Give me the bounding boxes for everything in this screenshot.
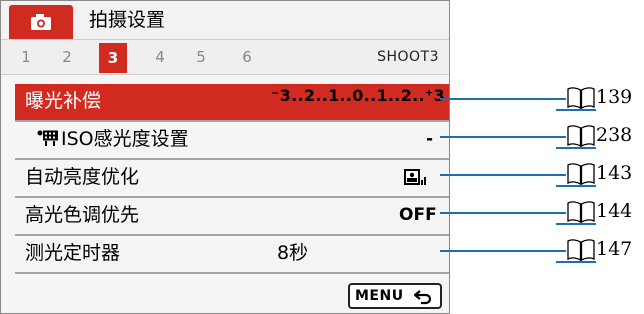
book-icon bbox=[567, 201, 595, 224]
menu-item-label: ISO感光度设置 bbox=[37, 122, 189, 156]
leader-line bbox=[440, 174, 566, 176]
page-code: SHOOT3 bbox=[377, 49, 439, 65]
camera-menu-screen: 拍摄设置 1 2 3 4 5 6 SHOOT3 曝光补偿 ⁻3..2..1..0… bbox=[0, 0, 450, 314]
page-number: 139 bbox=[596, 86, 633, 108]
menu-back-button[interactable]: MENU bbox=[348, 283, 442, 309]
menu-item-label: 曝光补偿 bbox=[25, 90, 102, 112]
menu-button-label: MENU bbox=[355, 288, 404, 304]
shooting-settings-tab[interactable] bbox=[9, 5, 73, 39]
menu-item-value: OFF bbox=[399, 205, 437, 225]
book-icon bbox=[567, 125, 595, 148]
page-tabs: 1 2 3 4 5 6 SHOOT3 bbox=[1, 39, 449, 75]
page-number: 143 bbox=[596, 162, 633, 184]
menu-item-auto-lighting-optimizer[interactable]: 自动亮度优化 bbox=[15, 160, 449, 196]
divider bbox=[15, 272, 449, 274]
leader-line bbox=[440, 136, 566, 138]
menu-header: 拍摄设置 bbox=[1, 1, 449, 39]
exposure-scale: ⁻3..2..1..0..1..2..⁺3 bbox=[271, 86, 446, 105]
menu-item-label: 测光定时器 bbox=[25, 242, 121, 264]
tab-5[interactable]: 5 bbox=[190, 40, 212, 74]
movie-icon bbox=[37, 130, 58, 146]
tab-6[interactable]: 6 bbox=[236, 40, 258, 74]
camera-icon bbox=[31, 14, 51, 30]
book-icon bbox=[567, 87, 595, 110]
menu-item-value: 8秒 bbox=[277, 242, 309, 264]
leader-line bbox=[440, 212, 566, 214]
menu-item-movie-iso[interactable]: ISO感光度设置 - bbox=[15, 122, 449, 158]
page-number: 144 bbox=[596, 200, 633, 222]
underline bbox=[556, 185, 596, 187]
underline bbox=[556, 147, 596, 149]
menu-item-highlight-tone-priority[interactable]: 高光色调优先 OFF bbox=[15, 198, 449, 234]
tab-1[interactable]: 1 bbox=[15, 40, 37, 74]
menu-item-label: 自动亮度优化 bbox=[25, 166, 140, 188]
auto-lighting-optimizer-icon bbox=[404, 169, 426, 185]
underline bbox=[556, 223, 596, 225]
underline bbox=[556, 261, 596, 263]
book-icon bbox=[567, 239, 595, 262]
leader-line bbox=[440, 250, 566, 252]
page-title: 拍摄设置 bbox=[89, 9, 166, 31]
menu-item-metering-timer[interactable]: 测光定时器 8秒 bbox=[15, 236, 449, 272]
tab-3[interactable]: 3 bbox=[99, 43, 127, 73]
menu-item-label: 高光色调优先 bbox=[25, 204, 140, 226]
menu-item-value: - bbox=[426, 129, 434, 149]
book-icon bbox=[567, 163, 595, 186]
page-number: 238 bbox=[596, 124, 633, 146]
page-number: 147 bbox=[596, 238, 633, 260]
underline bbox=[556, 109, 596, 111]
leader-line bbox=[440, 98, 566, 100]
menu-item-exposure-compensation[interactable]: 曝光补偿 ⁻3..2..1..0..1..2..⁺3 bbox=[15, 84, 449, 120]
tab-2[interactable]: 2 bbox=[56, 40, 78, 74]
tab-4[interactable]: 4 bbox=[149, 40, 171, 74]
return-icon bbox=[413, 290, 432, 305]
